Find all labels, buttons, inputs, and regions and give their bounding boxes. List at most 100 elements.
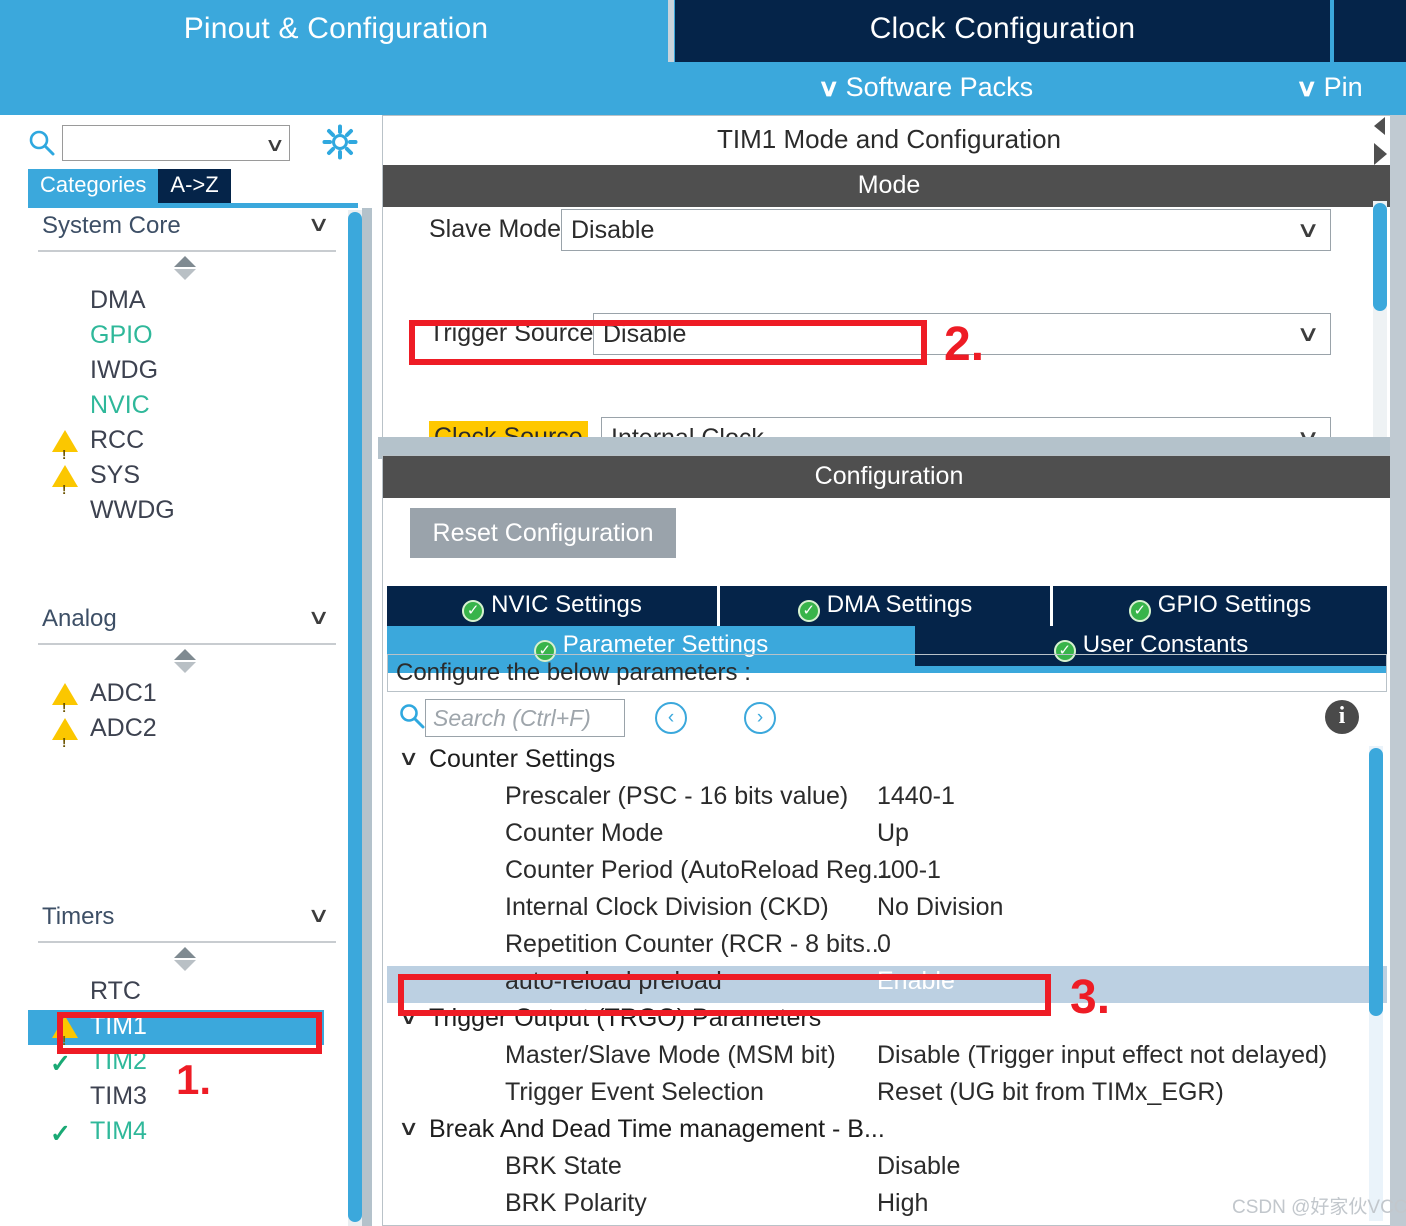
caret-down-icon[interactable] [174, 662, 196, 673]
param-row[interactable]: Internal Clock Division (CKD) No Division [387, 892, 1387, 929]
caret-up-icon[interactable] [174, 947, 196, 958]
sidebar-group-spinner[interactable] [28, 254, 358, 284]
param-value[interactable]: 100-1 [877, 856, 941, 885]
sidebar-mode-tabs: Categories A->Z [28, 169, 231, 203]
chevron-right-icon[interactable] [1374, 143, 1387, 165]
param-value[interactable]: Disable (Trigger input effect not delaye… [877, 1041, 1327, 1070]
gear-icon[interactable] [322, 124, 358, 160]
tab-categories-label: Categories [40, 172, 147, 197]
check-circle-icon: ✓ [1128, 600, 1151, 622]
sidebar-group-label: Analog [42, 605, 117, 632]
search-prev-button[interactable]: ‹ [655, 702, 687, 734]
sidebar-group-analog[interactable]: Analog ∨ [28, 601, 358, 647]
page-title: TIM1 Mode and Configuration [383, 116, 1395, 165]
sidebar-group-system-core[interactable]: System Core ∨ [28, 208, 358, 254]
param-name: Repetition Counter (RCR - 8 bits... [505, 930, 886, 958]
sidebar-item-label: IWDG [90, 356, 159, 384]
param-row[interactable]: Counter Mode Up [387, 818, 1387, 855]
sidebar-search-row: ∨ [0, 115, 372, 167]
chevron-down-icon: ∨ [306, 213, 330, 236]
software-packs-menu[interactable]: ∨ Software Packs [818, 62, 1034, 115]
search-next-label: › [756, 707, 764, 728]
sidebar-item-label: ADC2 [90, 714, 157, 742]
top-tab-bar: Pinout & Configuration Clock Configurati… [0, 0, 1406, 115]
param-value[interactable]: High [877, 1189, 928, 1218]
pinout-view-menu[interactable]: ∨ Pin [1296, 62, 1363, 115]
chevron-down-icon: ∨ [264, 135, 286, 156]
param-group-header[interactable]: ∨ Counter Settings [387, 744, 1387, 781]
sidebar-scrollbar-thumb[interactable] [348, 212, 362, 1222]
param-value[interactable]: Up [877, 819, 909, 848]
param-group-label: Counter Settings [429, 745, 616, 773]
configuration-header: Configuration [383, 456, 1395, 498]
caret-up-icon[interactable] [174, 256, 196, 267]
param-value[interactable]: 0 [877, 930, 891, 959]
param-value[interactable]: Disable [877, 1152, 960, 1181]
tab-categories[interactable]: Categories [28, 169, 159, 203]
param-row[interactable]: BRK State Disable [387, 1151, 1387, 1188]
sidebar-item-tim4[interactable]: ✓ TIM4 [28, 1115, 358, 1150]
sidebar-item-adc1[interactable]: ADC1 [28, 677, 358, 724]
param-row[interactable]: Master/Slave Mode (MSM bit) Disable (Trig… [387, 1040, 1387, 1077]
param-search-row: Search (Ctrl+F) ‹ › i [387, 694, 1387, 742]
sidebar-item-dma[interactable]: DMA [28, 284, 358, 319]
param-search-input[interactable]: Search (Ctrl+F) [425, 699, 625, 737]
tab-a-to-z-label: A->Z [170, 172, 219, 197]
panel-collapse-arrows[interactable] [1372, 113, 1390, 171]
divider [38, 250, 336, 252]
sidebar-group-timers[interactable]: Timers ∨ [28, 899, 358, 945]
mode-section: TIM1 Mode and Configuration Mode Slave M… [382, 115, 1396, 449]
sidebar-item-label: DMA [90, 286, 146, 314]
param-group-header[interactable]: ∨ Break And Dead Time management - B... [387, 1114, 1387, 1151]
search-next-button[interactable]: › [744, 702, 776, 734]
param-value[interactable]: No Division [877, 893, 1003, 922]
sidebar-item-label: TIM4 [90, 1117, 147, 1145]
sidebar-group-label: Timers [42, 903, 115, 930]
slave-mode-select[interactable]: Disable ∨ [561, 209, 1331, 251]
tab-dma-settings[interactable]: ✓ DMA Settings [720, 586, 1050, 626]
chevron-down-icon: ∨ [1295, 321, 1321, 346]
param-row[interactable]: Prescaler (PSC - 16 bits value) 1440-1 [387, 781, 1387, 818]
annotation-number-3: 3. [1070, 971, 1111, 1024]
sidebar-item-rtc[interactable]: RTC [28, 975, 358, 1010]
sidebar-item-wwdg[interactable]: WWDG [28, 494, 358, 529]
sidebar-item-nvic[interactable]: NVIC [28, 389, 358, 424]
sidebar-item-iwdg[interactable]: IWDG [28, 354, 358, 389]
sidebar-item-sys[interactable]: SYS [28, 459, 358, 506]
param-row[interactable]: Trigger Event Selection Reset (UG bit fro… [387, 1077, 1387, 1114]
configure-note-label: Configure the below parameters : [396, 659, 751, 686]
tab-clock-configuration[interactable]: Clock Configuration [675, 0, 1330, 62]
param-name: Prescaler (PSC - 16 bits value) [505, 782, 849, 810]
param-scrollbar-thumb[interactable] [1369, 748, 1383, 1016]
tab-overflow[interactable] [1334, 0, 1406, 62]
annotation-number-2: 2. [944, 318, 985, 371]
mode-scrollbar-thumb[interactable] [1373, 203, 1387, 311]
annotation-number-1: 1. [176, 1056, 212, 1103]
chevron-left-icon[interactable] [1374, 117, 1385, 135]
tab-nvic-settings[interactable]: ✓ NVIC Settings [387, 586, 717, 626]
sidebar-item-rcc[interactable]: RCC [28, 424, 358, 471]
tab-pinout-configuration[interactable]: Pinout & Configuration [0, 0, 672, 62]
sidebar-group-spinner[interactable] [28, 647, 358, 677]
param-value[interactable]: Reset (UG bit from TIMx_EGR) [877, 1078, 1224, 1107]
search-prev-label: ‹ [667, 707, 675, 728]
info-icon[interactable]: i [1325, 700, 1359, 734]
software-packs-label: Software Packs [845, 72, 1034, 102]
sidebar-item-gpio[interactable]: GPIO [28, 319, 358, 354]
caret-up-icon[interactable] [174, 649, 196, 660]
param-value[interactable]: 1440-1 [877, 782, 955, 811]
tab-gpio-settings[interactable]: ✓ GPIO Settings [1053, 586, 1387, 626]
tab-nvic-settings-label: NVIC Settings [491, 591, 642, 618]
param-row[interactable]: Repetition Counter (RCR - 8 bits... 0 [387, 929, 1387, 966]
tab-a-to-z[interactable]: A->Z [158, 169, 231, 203]
check-icon: ✓ [50, 1120, 71, 1148]
caret-down-icon[interactable] [174, 960, 196, 971]
sidebar-item-adc2[interactable]: ADC2 [28, 712, 358, 759]
reset-configuration-button[interactable]: Reset Configuration [410, 508, 676, 558]
chevron-down-icon: ∨ [306, 606, 330, 629]
window-right-scrollbar[interactable] [1390, 115, 1406, 1226]
search-input[interactable]: ∨ [62, 125, 290, 161]
sidebar-group-spinner[interactable] [28, 945, 358, 975]
param-row[interactable]: Counter Period (AutoReload Reg... 100-1 [387, 855, 1387, 892]
caret-down-icon[interactable] [174, 269, 196, 280]
